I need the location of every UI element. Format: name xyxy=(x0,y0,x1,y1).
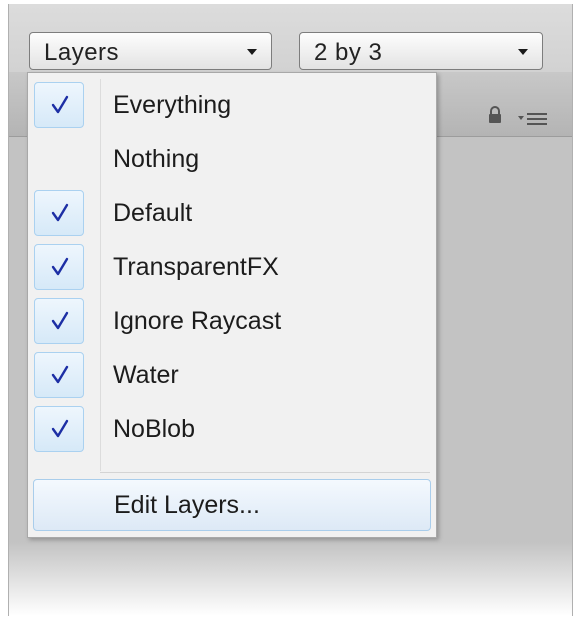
layer-item-ignore-raycast[interactable]: Ignore Raycast xyxy=(28,295,436,349)
edit-layers-label: Edit Layers... xyxy=(114,491,260,519)
layer-item-label: TransparentFX xyxy=(113,253,279,281)
check-box-highlight xyxy=(34,298,84,344)
layout-dropdown-label: 2 by 3 xyxy=(314,39,383,66)
layer-item-everything[interactable]: Everything xyxy=(28,79,436,133)
layer-item-transparentfx[interactable]: TransparentFX xyxy=(28,241,436,295)
check-box-highlight xyxy=(34,406,84,452)
check-box-highlight xyxy=(34,352,84,398)
layer-item-water[interactable]: Water xyxy=(28,349,436,403)
layers-dropdown[interactable]: Layers xyxy=(29,32,272,70)
layers-menu: Everything Nothing Default TransparentFX… xyxy=(27,72,437,538)
layer-item-default[interactable]: Default xyxy=(28,187,436,241)
layer-item-label: NoBlob xyxy=(113,415,195,443)
check-box-highlight xyxy=(34,190,84,236)
layer-item-label: Default xyxy=(113,199,193,227)
layer-item-label: Ignore Raycast xyxy=(113,307,282,335)
layout-dropdown[interactable]: 2 by 3 xyxy=(299,32,543,70)
menu-divider xyxy=(100,472,430,473)
checkmark-icon xyxy=(51,311,69,330)
layer-item-label: Water xyxy=(113,361,179,389)
layer-item-nothing[interactable]: Nothing xyxy=(28,133,436,187)
toolbar: Layers 2 by 3 xyxy=(9,4,572,72)
layer-item-noblob[interactable]: NoBlob xyxy=(28,403,436,457)
layer-item-label: Nothing xyxy=(113,145,200,173)
lock-icon[interactable] xyxy=(488,106,502,124)
menu-options-icon[interactable] xyxy=(518,112,548,126)
check-box-highlight xyxy=(34,244,84,290)
checkmark-icon xyxy=(51,257,69,276)
checkmark-icon xyxy=(51,419,69,438)
edit-layers-item[interactable]: Edit Layers... xyxy=(33,479,431,531)
checkmark-icon xyxy=(51,365,69,384)
layer-item-label: Everything xyxy=(113,91,232,119)
chevron-down-icon xyxy=(247,49,257,55)
layers-dropdown-label: Layers xyxy=(44,39,120,66)
checkmark-icon xyxy=(51,203,69,222)
check-box-highlight xyxy=(34,82,84,128)
chevron-down-icon xyxy=(518,49,528,55)
checkmark-icon xyxy=(51,95,69,114)
panel-fade xyxy=(9,542,572,616)
